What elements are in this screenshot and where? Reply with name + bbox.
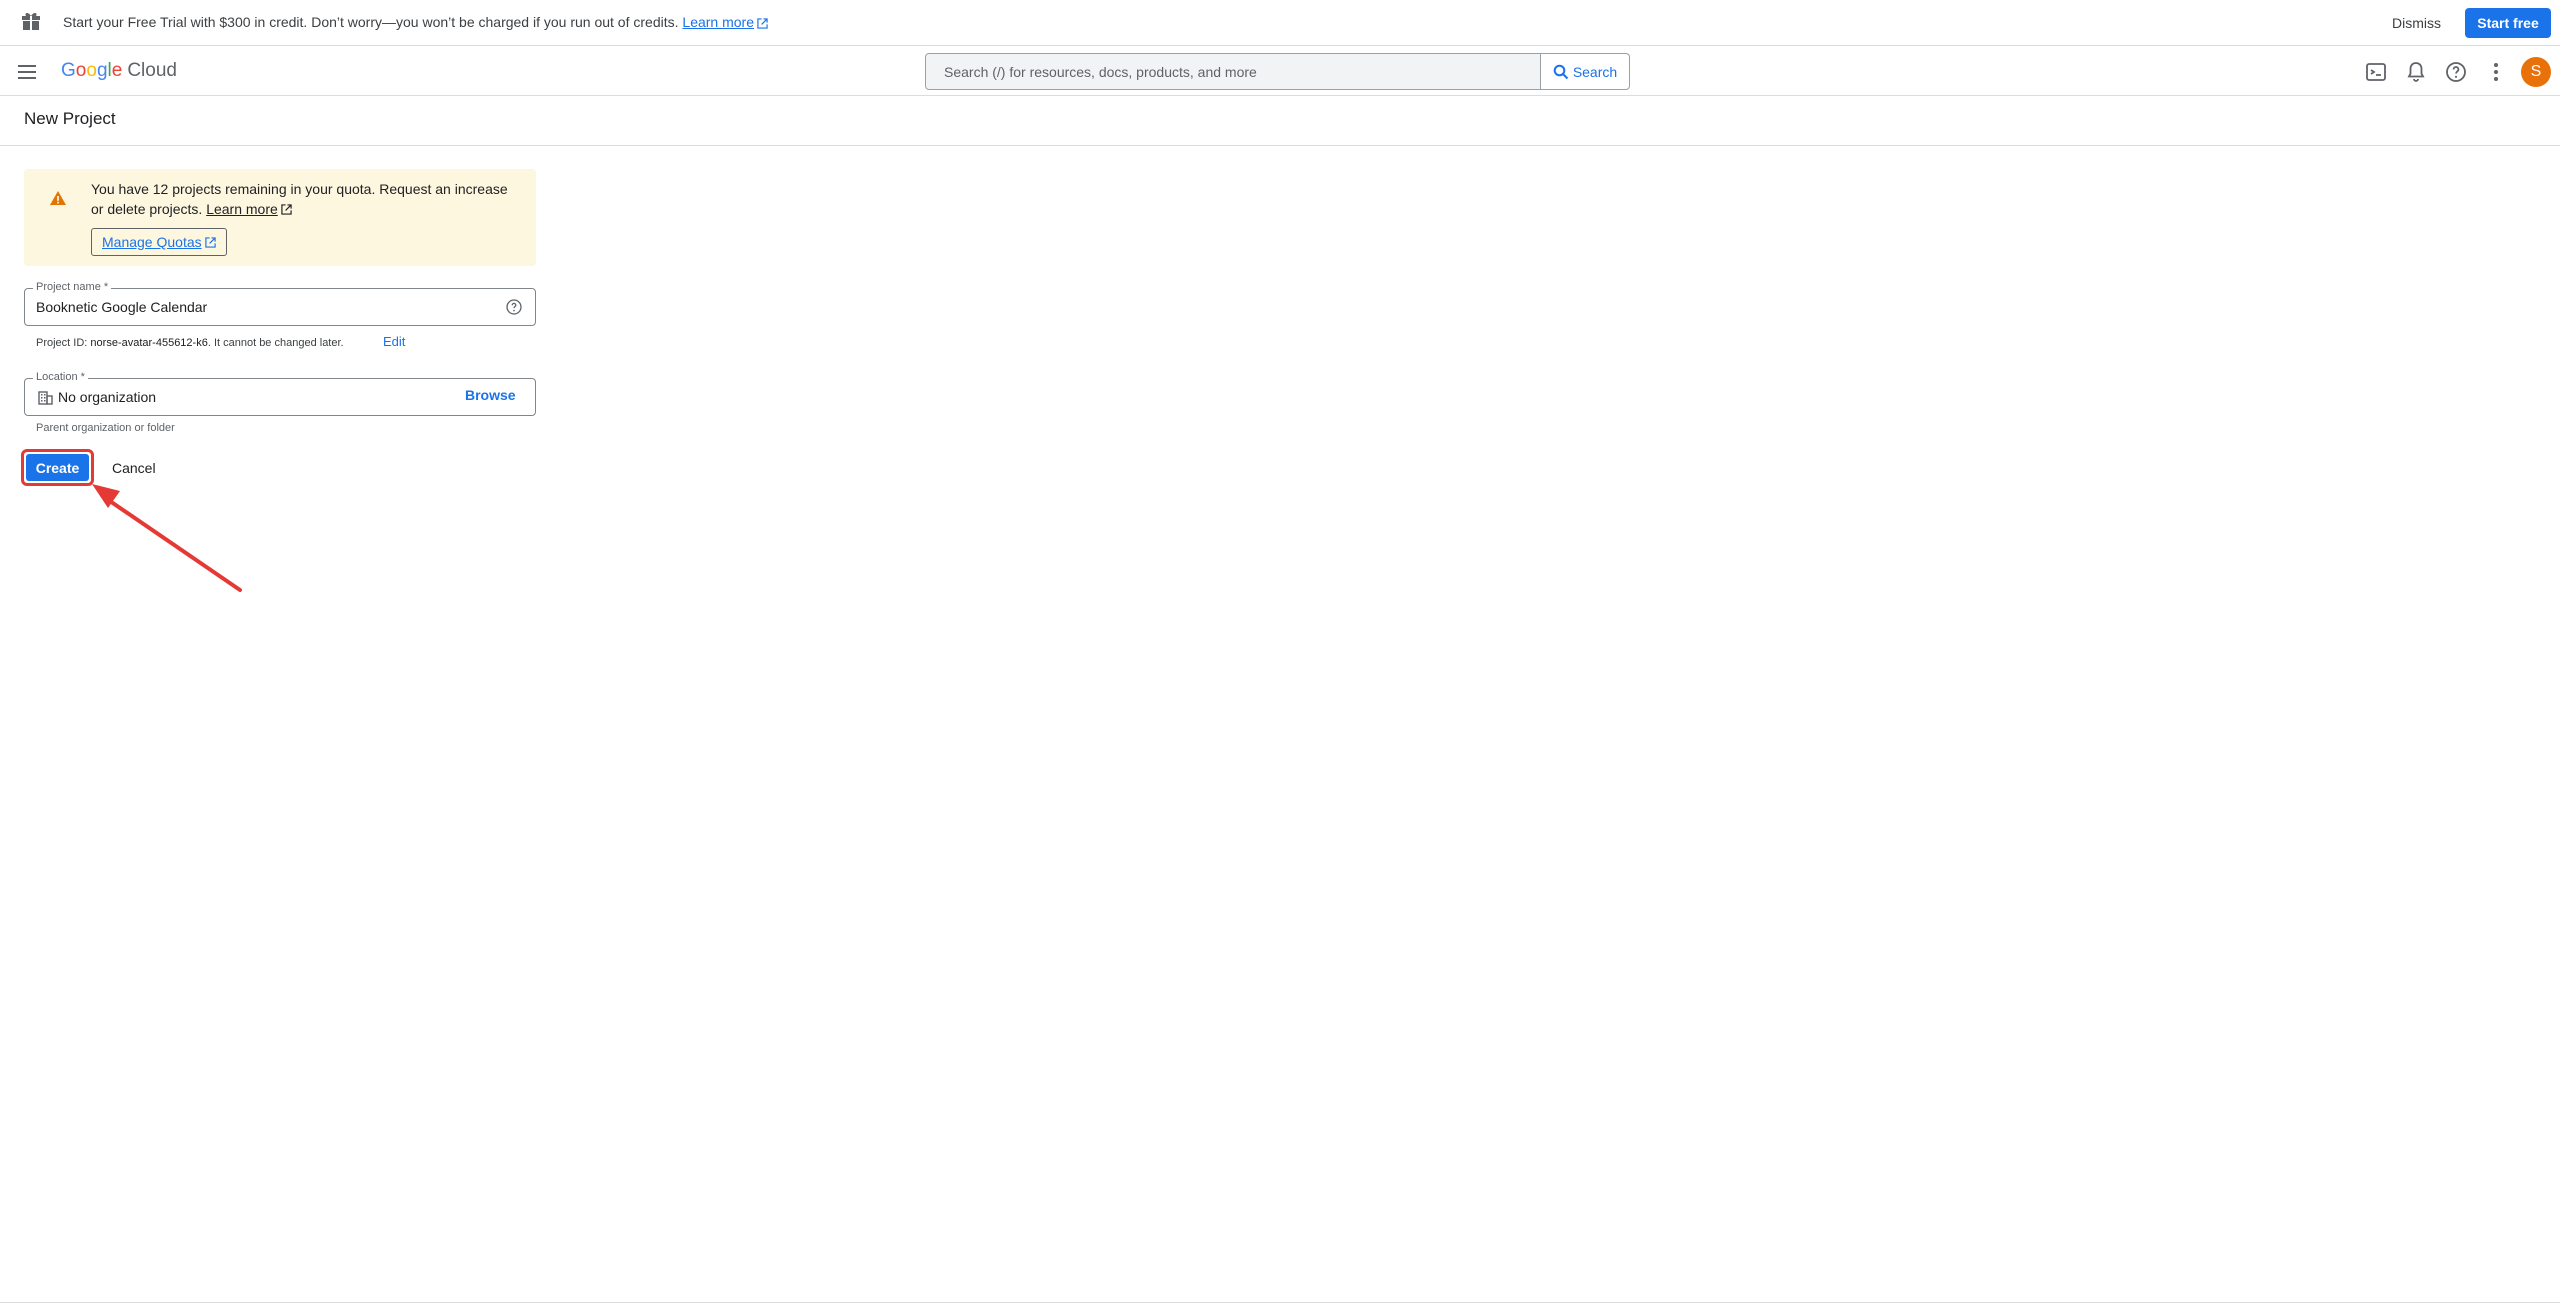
external-link-icon [281, 204, 292, 215]
create-button-highlight: Create [21, 449, 94, 486]
warning-icon [50, 191, 66, 205]
bottom-border [0, 1302, 2560, 1303]
page-title: New Project [24, 109, 116, 128]
dismiss-button[interactable]: Dismiss [2380, 8, 2453, 38]
top-header: GoogleCloud Search S [0, 47, 2560, 96]
quota-message: You have 12 projects remaining in your q… [91, 181, 508, 217]
search-button-label: Search [1572, 63, 1618, 80]
banner-message: Start your Free Trial with $300 in credi… [63, 14, 768, 30]
project-id-value: norse-avatar-455612-k6 [90, 337, 208, 349]
project-name-label: Project name * [33, 281, 112, 293]
free-trial-banner: Start your Free Trial with $300 in credi… [0, 0, 2560, 46]
hamburger-menu-icon[interactable] [17, 62, 37, 82]
location-field[interactable]: Location * No organization Browse [24, 371, 536, 416]
project-id-text: Project ID: norse-avatar-455612-k6. It c… [36, 337, 344, 349]
project-id-prefix: Project ID: [36, 337, 88, 349]
edit-project-id-button[interactable]: Edit [383, 334, 405, 349]
search-bar: Search [925, 53, 1630, 90]
manage-quotas-button[interactable]: Manage Quotas [91, 228, 227, 256]
help-icon[interactable] [505, 298, 523, 316]
project-name-field[interactable]: Project name * Booknetic Google Calendar [24, 281, 536, 326]
title-divider [0, 145, 2560, 146]
gift-icon [22, 12, 40, 30]
create-button[interactable]: Create [26, 454, 89, 481]
more-options-icon[interactable] [2484, 60, 2508, 84]
avatar[interactable]: S [2521, 57, 2551, 87]
browse-button[interactable]: Browse [465, 387, 516, 403]
google-cloud-logo[interactable]: Google Cloud [61, 60, 177, 82]
help-icon[interactable] [2444, 60, 2468, 84]
banner-learn-more-link[interactable]: Learn more [682, 14, 754, 30]
search-button[interactable]: Search [1540, 54, 1629, 89]
location-label: Location * [33, 371, 88, 383]
external-link-icon [204, 236, 216, 248]
banner-text: Start your Free Trial with $300 in credi… [63, 14, 679, 30]
quota-warning-text: You have 12 projects remaining in your q… [91, 179, 521, 219]
cancel-button[interactable]: Cancel [108, 456, 160, 480]
quota-learn-more-link[interactable]: Learn more [206, 201, 278, 217]
cloud-shell-terminal-icon[interactable] [2364, 60, 2388, 84]
search-input[interactable] [926, 54, 1540, 89]
search-icon [1553, 64, 1569, 79]
manage-quotas-label: Manage Quotas [102, 234, 202, 250]
organization-building-icon [38, 391, 53, 405]
notifications-bell-icon[interactable] [2404, 60, 2428, 84]
project-id-suffix: . It cannot be changed later. [207, 337, 344, 349]
quota-warning-box: You have 12 projects remaining in your q… [24, 169, 536, 266]
start-free-button[interactable]: Start free [2465, 8, 2551, 38]
project-name-input[interactable]: Booknetic Google Calendar [36, 299, 207, 315]
location-hint: Parent organization or folder [36, 422, 175, 434]
location-value: No organization [58, 389, 157, 405]
external-link-icon [757, 18, 768, 29]
